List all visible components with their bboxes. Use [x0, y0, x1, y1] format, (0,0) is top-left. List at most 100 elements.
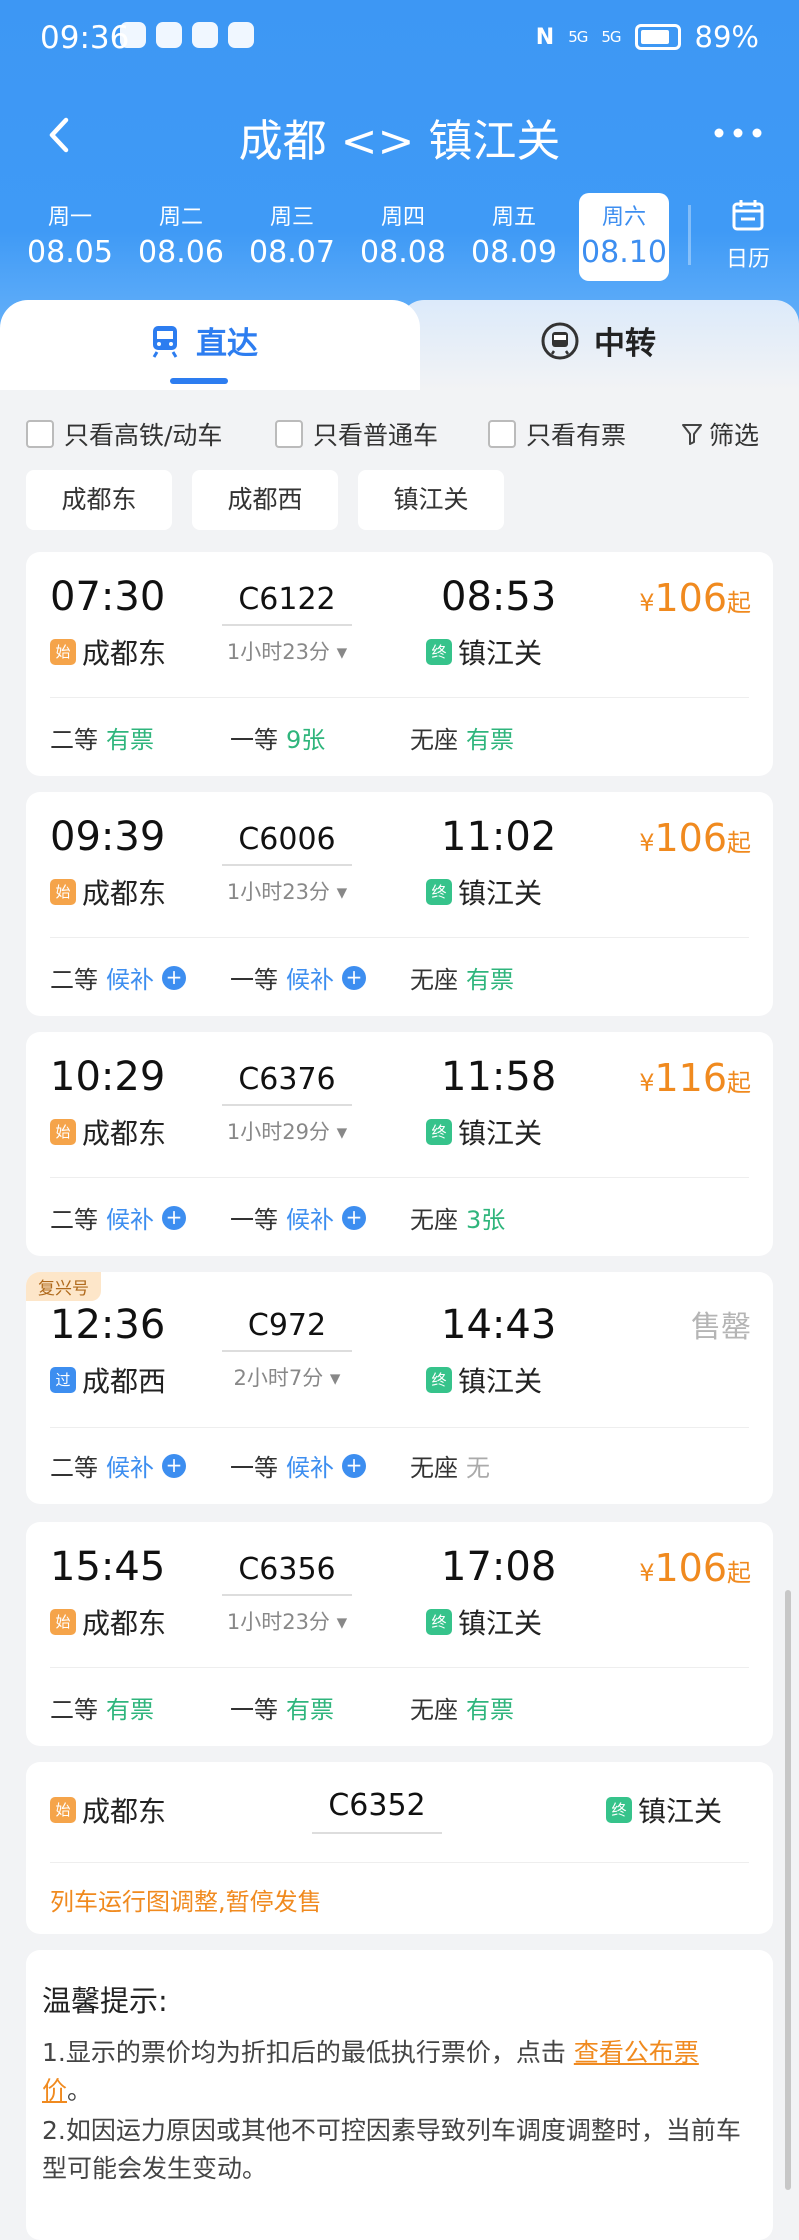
scrollbar[interactable]: [785, 1590, 791, 2190]
divider: [222, 1350, 352, 1352]
date-item[interactable]: 周五 08.09: [469, 193, 559, 281]
tab-direct-label: 直达: [196, 326, 258, 362]
date-item[interactable]: 周二 08.06: [136, 193, 226, 281]
calendar-button[interactable]: 日历: [718, 197, 778, 273]
departure-time: 09:39: [50, 814, 166, 860]
seat-second[interactable]: 二等 有票: [50, 720, 154, 755]
seat-standing[interactable]: 无座 有票: [410, 720, 514, 755]
departure-station: 始成都东: [50, 632, 166, 672]
date-weekday: 周四: [380, 205, 425, 230]
train-number: C6376: [238, 1062, 336, 1097]
price: ¥116起: [639, 1056, 751, 1100]
date-weekday: 周一: [47, 205, 92, 230]
status-right: N 5G 5G 89%: [536, 20, 759, 54]
notice-title: 温馨提示:: [42, 1984, 168, 2018]
tab-direct[interactable]: 直达: [0, 300, 420, 390]
suspended-message: 列车运行图调整,暂停发售: [50, 1888, 322, 1916]
end-tag: 终: [426, 639, 452, 665]
filter-normal[interactable]: 只看普通车: [275, 416, 438, 452]
price: ¥106起: [639, 816, 751, 860]
seat-second[interactable]: 二等 有票: [50, 1690, 154, 1725]
station-chip[interactable]: 成都东: [26, 470, 172, 530]
departure-time: 10:29: [50, 1054, 166, 1100]
duration[interactable]: 1小时23分 ▾: [222, 876, 352, 906]
status-time: 09:36: [40, 20, 130, 56]
seat-standing[interactable]: 无座 有票: [410, 960, 514, 995]
notice-line-2: 2.如因运力原因或其他不可控因素导致列车调度调整时，当前车 型可能会发生变动。: [42, 2116, 741, 2183]
train-card[interactable]: 15:45 C6356 1小时23分 ▾ 17:08 ¥106起 始成都东 终镇…: [26, 1522, 773, 1746]
seat-second[interactable]: 二等 候补 +: [50, 1448, 186, 1483]
train-card[interactable]: 10:29 C6376 1小时29分 ▾ 11:58 ¥116起 始成都东 终镇…: [26, 1032, 773, 1256]
date-item-selected[interactable]: 周六 08.10: [579, 193, 669, 281]
arrival-station: 终镇江关: [426, 632, 542, 672]
calendar-label: 日历: [725, 247, 770, 272]
train-number: C972: [247, 1308, 327, 1343]
bell-icon: [156, 22, 182, 48]
date-weekday: 周五: [491, 205, 536, 230]
train-card[interactable]: 09:39 C6006 1小时23分 ▾ 11:02 ¥106起 始成都东 终镇…: [26, 792, 773, 1016]
tab-transfer-label: 中转: [594, 326, 656, 362]
filter-button[interactable]: 筛选: [681, 416, 759, 452]
station-chip[interactable]: 成都西: [192, 470, 338, 530]
more-button[interactable]: [713, 118, 763, 141]
seat-first[interactable]: 一等 9张: [230, 720, 325, 755]
filter-button-label: 筛选: [708, 421, 759, 450]
divider: [50, 1862, 749, 1863]
seat-first[interactable]: 一等 候补 +: [230, 1448, 366, 1483]
calendar-icon: [732, 200, 764, 231]
sold-out-label: 售罄: [691, 1310, 751, 1345]
browser-icon: [192, 22, 218, 48]
price: ¥106起: [639, 1546, 751, 1590]
filter-label: 只看普通车: [313, 421, 439, 450]
seat-first[interactable]: 一等 候补 +: [230, 960, 366, 995]
duration[interactable]: 1小时23分 ▾: [222, 636, 352, 666]
filter-available[interactable]: 只看有票: [488, 416, 626, 452]
departure-station: 始成都东: [50, 872, 166, 912]
seat-second[interactable]: 二等 候补 +: [50, 1200, 186, 1235]
filter-high-speed[interactable]: 只看高铁/动车: [26, 416, 222, 452]
start-tag: 始: [50, 1119, 76, 1145]
date-value: 08.09: [471, 235, 557, 270]
signal-icon-2: 5G: [601, 28, 621, 46]
seat-standing[interactable]: 无座 有票: [410, 1690, 514, 1725]
departure-station: 过成都西: [50, 1360, 166, 1400]
station-chip[interactable]: 镇江关: [358, 470, 504, 530]
date-item[interactable]: 周一 08.05: [25, 193, 115, 281]
plus-icon: +: [162, 1453, 186, 1478]
date-item[interactable]: 周四 08.08: [358, 193, 448, 281]
date-weekday: 周六: [601, 205, 646, 230]
seat-row: 二等 候补 + 一等 候补 + 无座无: [26, 1448, 773, 1488]
end-tag: 终: [426, 1119, 452, 1145]
end-tag: 终: [426, 1367, 452, 1393]
seat-standing[interactable]: 无座 3张: [410, 1200, 505, 1235]
divider: [222, 624, 352, 626]
duration[interactable]: 1小时23分 ▾: [222, 1606, 352, 1636]
date-item[interactable]: 周三 08.07: [247, 193, 337, 281]
divider: [50, 1177, 749, 1178]
arrival-time: 11:58: [441, 1054, 557, 1100]
notification-icons: [120, 22, 254, 48]
seat-second[interactable]: 二等 候补 +: [50, 960, 186, 995]
view-published-price-link-cont[interactable]: 价: [42, 2076, 67, 2105]
view-published-price-link[interactable]: 查看公布票: [574, 2038, 699, 2067]
arrival-time: 08:53: [441, 574, 557, 620]
more-icon: [714, 128, 762, 138]
date-weekday: 周二: [158, 205, 203, 230]
seat-row: 二等 有票 一等 9张 无座 有票: [26, 720, 773, 760]
train-card[interactable]: 07:30 C6122 1小时23分 ▾ 08:53 ¥106起 始成都东 终镇…: [26, 552, 773, 776]
seat-first[interactable]: 一等 候补 +: [230, 1200, 366, 1235]
seat-standing: 无座无: [410, 1454, 490, 1482]
app-notification-icon: [120, 22, 146, 48]
arrival-station: 终镇江关: [426, 872, 542, 912]
duration[interactable]: 1小时29分 ▾: [222, 1116, 352, 1146]
divider: [50, 697, 749, 698]
departure-station: 始成都东: [50, 1112, 166, 1152]
train-number: C6122: [238, 582, 336, 617]
duration[interactable]: 2小时7分 ▾: [222, 1362, 352, 1392]
train-card[interactable]: 复兴号 12:36 C972 2小时7分 ▾ 14:43 售罄 过成都西 终镇江…: [26, 1272, 773, 1504]
seat-first[interactable]: 一等 有票: [230, 1690, 334, 1725]
suspended-train-card[interactable]: 始成都东 C6352 终镇江关 列车运行图调整,暂停发售: [26, 1762, 773, 1934]
tab-transfer[interactable]: 中转: [400, 300, 799, 390]
end-tag: 终: [426, 879, 452, 905]
date-weekday: 周三: [269, 205, 314, 230]
